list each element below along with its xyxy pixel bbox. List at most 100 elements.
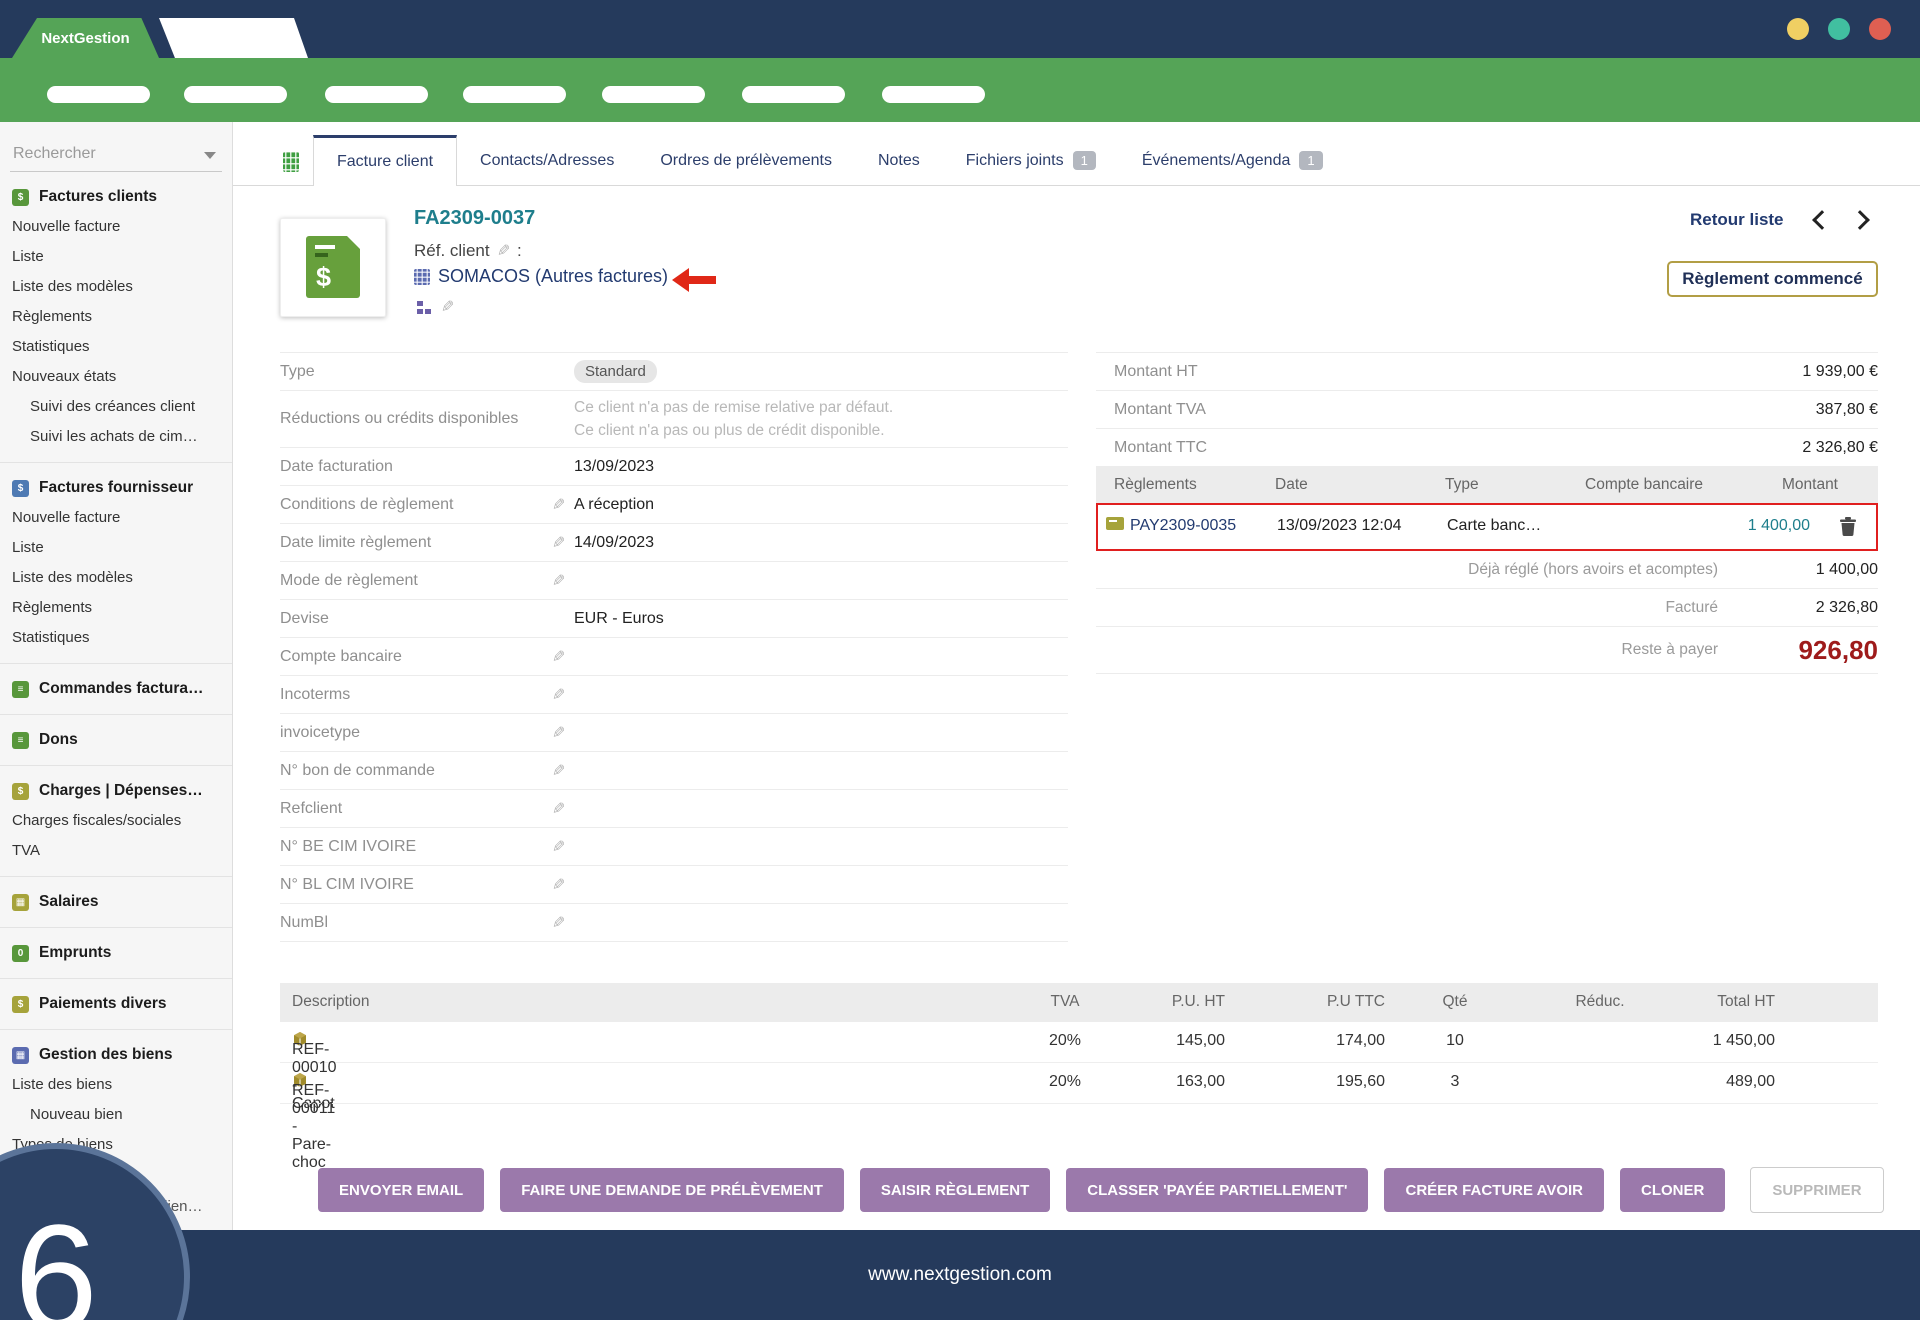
brand-name: NextGestion	[41, 30, 129, 47]
send-email-button[interactable]: ENVOYER EMAIL	[318, 1168, 484, 1212]
nav-menu-placeholder[interactable]	[602, 86, 705, 103]
search-input[interactable]: Rechercher	[10, 122, 222, 172]
create-credit-note-button[interactable]: CRÉER FACTURE AVOIR	[1384, 1168, 1604, 1212]
nav-menu-placeholder[interactable]	[742, 86, 845, 103]
sidebar-title-commandes[interactable]: ≡Commandes factura…	[0, 674, 232, 704]
direct-debit-request-button[interactable]: FAIRE UNE DEMANDE DE PRÉLÈVEMENT	[500, 1168, 844, 1212]
product-link[interactable]: REF-00010 - Capot	[292, 1031, 308, 1047]
sidebar-item[interactable]: Suivi les achats de cim…	[0, 422, 232, 452]
product-link[interactable]: REF-00011 - Pare-choc	[292, 1072, 308, 1088]
sidebar-title-salaires[interactable]: ▦Salaires	[0, 887, 232, 917]
sidebar-item[interactable]: Liste des modèles	[0, 563, 232, 593]
payment-date: 13/09/2023 12:04	[1277, 517, 1402, 535]
remaining-to-pay-row: Reste à payer 926,80	[1096, 627, 1878, 674]
invoice-supplier-icon: $	[12, 480, 29, 497]
nav-menu-placeholder[interactable]	[463, 86, 566, 103]
edit-pencil-icon[interactable]	[552, 647, 574, 667]
clone-button[interactable]: CLONER	[1620, 1168, 1725, 1212]
sidebar-item[interactable]: Liste	[0, 533, 232, 563]
sidebar-item[interactable]: Règlements	[0, 593, 232, 623]
hierarchy-icon[interactable]	[417, 300, 432, 315]
status-badge[interactable]: Règlement commencé	[1667, 261, 1878, 297]
window-dot-teal-icon[interactable]	[1828, 18, 1850, 40]
tab-notes[interactable]: Notes	[855, 135, 943, 186]
sidebar-item[interactable]: Nouveaux états	[0, 362, 232, 392]
red-arrow-annotation-icon	[672, 268, 718, 292]
back-to-list-link[interactable]: Retour liste	[1690, 210, 1784, 230]
tab-evenements-agenda[interactable]: Événements/Agenda1	[1119, 135, 1346, 186]
sidebar-item[interactable]: TVA	[0, 836, 232, 866]
edit-pencil-icon[interactable]	[552, 913, 574, 933]
delete-payment-trash-icon[interactable]	[1840, 517, 1856, 541]
edit-pencil-icon[interactable]	[497, 241, 510, 261]
edit-pencil-icon[interactable]	[552, 875, 574, 895]
sidebar-item[interactable]: Suivi des créances client	[0, 392, 232, 422]
sidebar-group-emprunts: 0Emprunts	[0, 927, 232, 978]
sidebar-title-gestion-biens[interactable]: ▦Gestion des biens	[0, 1040, 232, 1070]
loans-icon: 0	[12, 945, 29, 962]
sidebar: Rechercher $Factures clients Nouvelle fa…	[0, 122, 233, 1230]
payment-ref-link[interactable]: PAY2309-0035	[1130, 517, 1236, 535]
sidebar-item[interactable]: Nouvelle facture	[0, 212, 232, 242]
count-badge: 1	[1073, 151, 1096, 170]
tab-ordres-prelevements[interactable]: Ordres de prélèvements	[637, 135, 855, 186]
sidebar-item[interactable]: Statistiques	[0, 332, 232, 362]
sidebar-item[interactable]: Liste des modèles	[0, 272, 232, 302]
tab-contacts-adresses[interactable]: Contacts/Adresses	[457, 135, 637, 186]
invoice-details-table: Type Standard Réductions ou crédits disp…	[280, 352, 1068, 942]
edit-pencil-icon[interactable]	[441, 297, 454, 317]
sidebar-title-dons[interactable]: ≡Dons	[0, 725, 232, 755]
detail-row-be-cim: N° BE CIM IVOIRE	[280, 828, 1068, 866]
list-navigation: Retour liste	[1690, 210, 1867, 230]
sidebar-item[interactable]: Charges fiscales/sociales	[0, 806, 232, 836]
sidebar-item[interactable]: Règlements	[0, 302, 232, 332]
payments-table-header: Règlements Date Type Compte bancaire Mon…	[1096, 467, 1878, 503]
delete-button[interactable]: SUPPRIMER	[1750, 1167, 1883, 1213]
sidebar-title-emprunts[interactable]: 0Emprunts	[0, 938, 232, 968]
sidebar-title-paiements-divers[interactable]: $Paiements divers	[0, 989, 232, 1019]
edit-pencil-icon[interactable]	[552, 571, 574, 591]
footer-url[interactable]: www.nextgestion.com	[868, 1264, 1052, 1286]
nav-menu-placeholder[interactable]	[325, 86, 428, 103]
sidebar-title-charges[interactable]: $Charges | Dépenses…	[0, 776, 232, 806]
search-placeholder: Rechercher	[10, 145, 96, 163]
invoice-document-icon: $	[306, 236, 360, 298]
sidebar-item[interactable]: Liste des biens	[0, 1070, 232, 1100]
client-link[interactable]: SOMACOS (Autres factures)	[438, 266, 668, 287]
classify-partially-paid-button[interactable]: CLASSER 'PAYÉE PARTIELLEMENT'	[1066, 1168, 1368, 1212]
payment-row-highlighted[interactable]: PAY2309-0035 13/09/2023 12:04 Carte banc…	[1096, 503, 1878, 551]
sidebar-group-dons: ≡Dons	[0, 714, 232, 765]
edit-pencil-icon[interactable]	[552, 495, 574, 515]
ref-client-row: Réf. client :	[414, 241, 522, 261]
edit-pencil-icon[interactable]	[552, 723, 574, 743]
edit-pencil-icon[interactable]	[552, 685, 574, 705]
sidebar-title-factures-fournisseur[interactable]: $Factures fournisseur	[0, 473, 232, 503]
edit-pencil-icon[interactable]	[552, 533, 574, 553]
sidebar-title-factures-clients[interactable]: $Factures clients	[0, 182, 232, 212]
nav-menu-placeholder[interactable]	[882, 86, 985, 103]
detail-row-devise: Devise EUR - Euros	[280, 600, 1068, 638]
sidebar-item[interactable]: Liste	[0, 242, 232, 272]
hierarchy-row	[417, 297, 454, 317]
sidebar-item[interactable]: Nouveau bien	[0, 1100, 232, 1130]
next-invoice-icon[interactable]	[1850, 210, 1870, 230]
invoiced-row: Facturé 2 326,80	[1096, 589, 1878, 627]
sidebar-item[interactable]: Nouvelle facture	[0, 503, 232, 533]
chevron-down-icon[interactable]	[204, 152, 216, 159]
brand-logo[interactable]: NextGestion	[12, 18, 159, 58]
edit-pencil-icon[interactable]	[552, 761, 574, 781]
enter-payment-button[interactable]: SAISIR RÈGLEMENT	[860, 1168, 1050, 1212]
edit-pencil-icon[interactable]	[552, 799, 574, 819]
payment-amount[interactable]: 1 400,00	[1748, 517, 1810, 535]
type-badge: Standard	[574, 360, 657, 383]
nav-menu-placeholder[interactable]	[47, 86, 150, 103]
window-dot-yellow-icon[interactable]	[1787, 18, 1809, 40]
previous-invoice-icon[interactable]	[1812, 210, 1832, 230]
edit-pencil-icon[interactable]	[552, 837, 574, 857]
tab-facture-client[interactable]: Facture client	[313, 135, 457, 186]
sidebar-item[interactable]: Statistiques	[0, 623, 232, 653]
expenses-icon: $	[12, 783, 29, 800]
tab-fichiers-joints[interactable]: Fichiers joints1	[943, 135, 1119, 186]
window-dot-red-icon[interactable]	[1869, 18, 1891, 40]
nav-menu-placeholder[interactable]	[184, 86, 287, 103]
